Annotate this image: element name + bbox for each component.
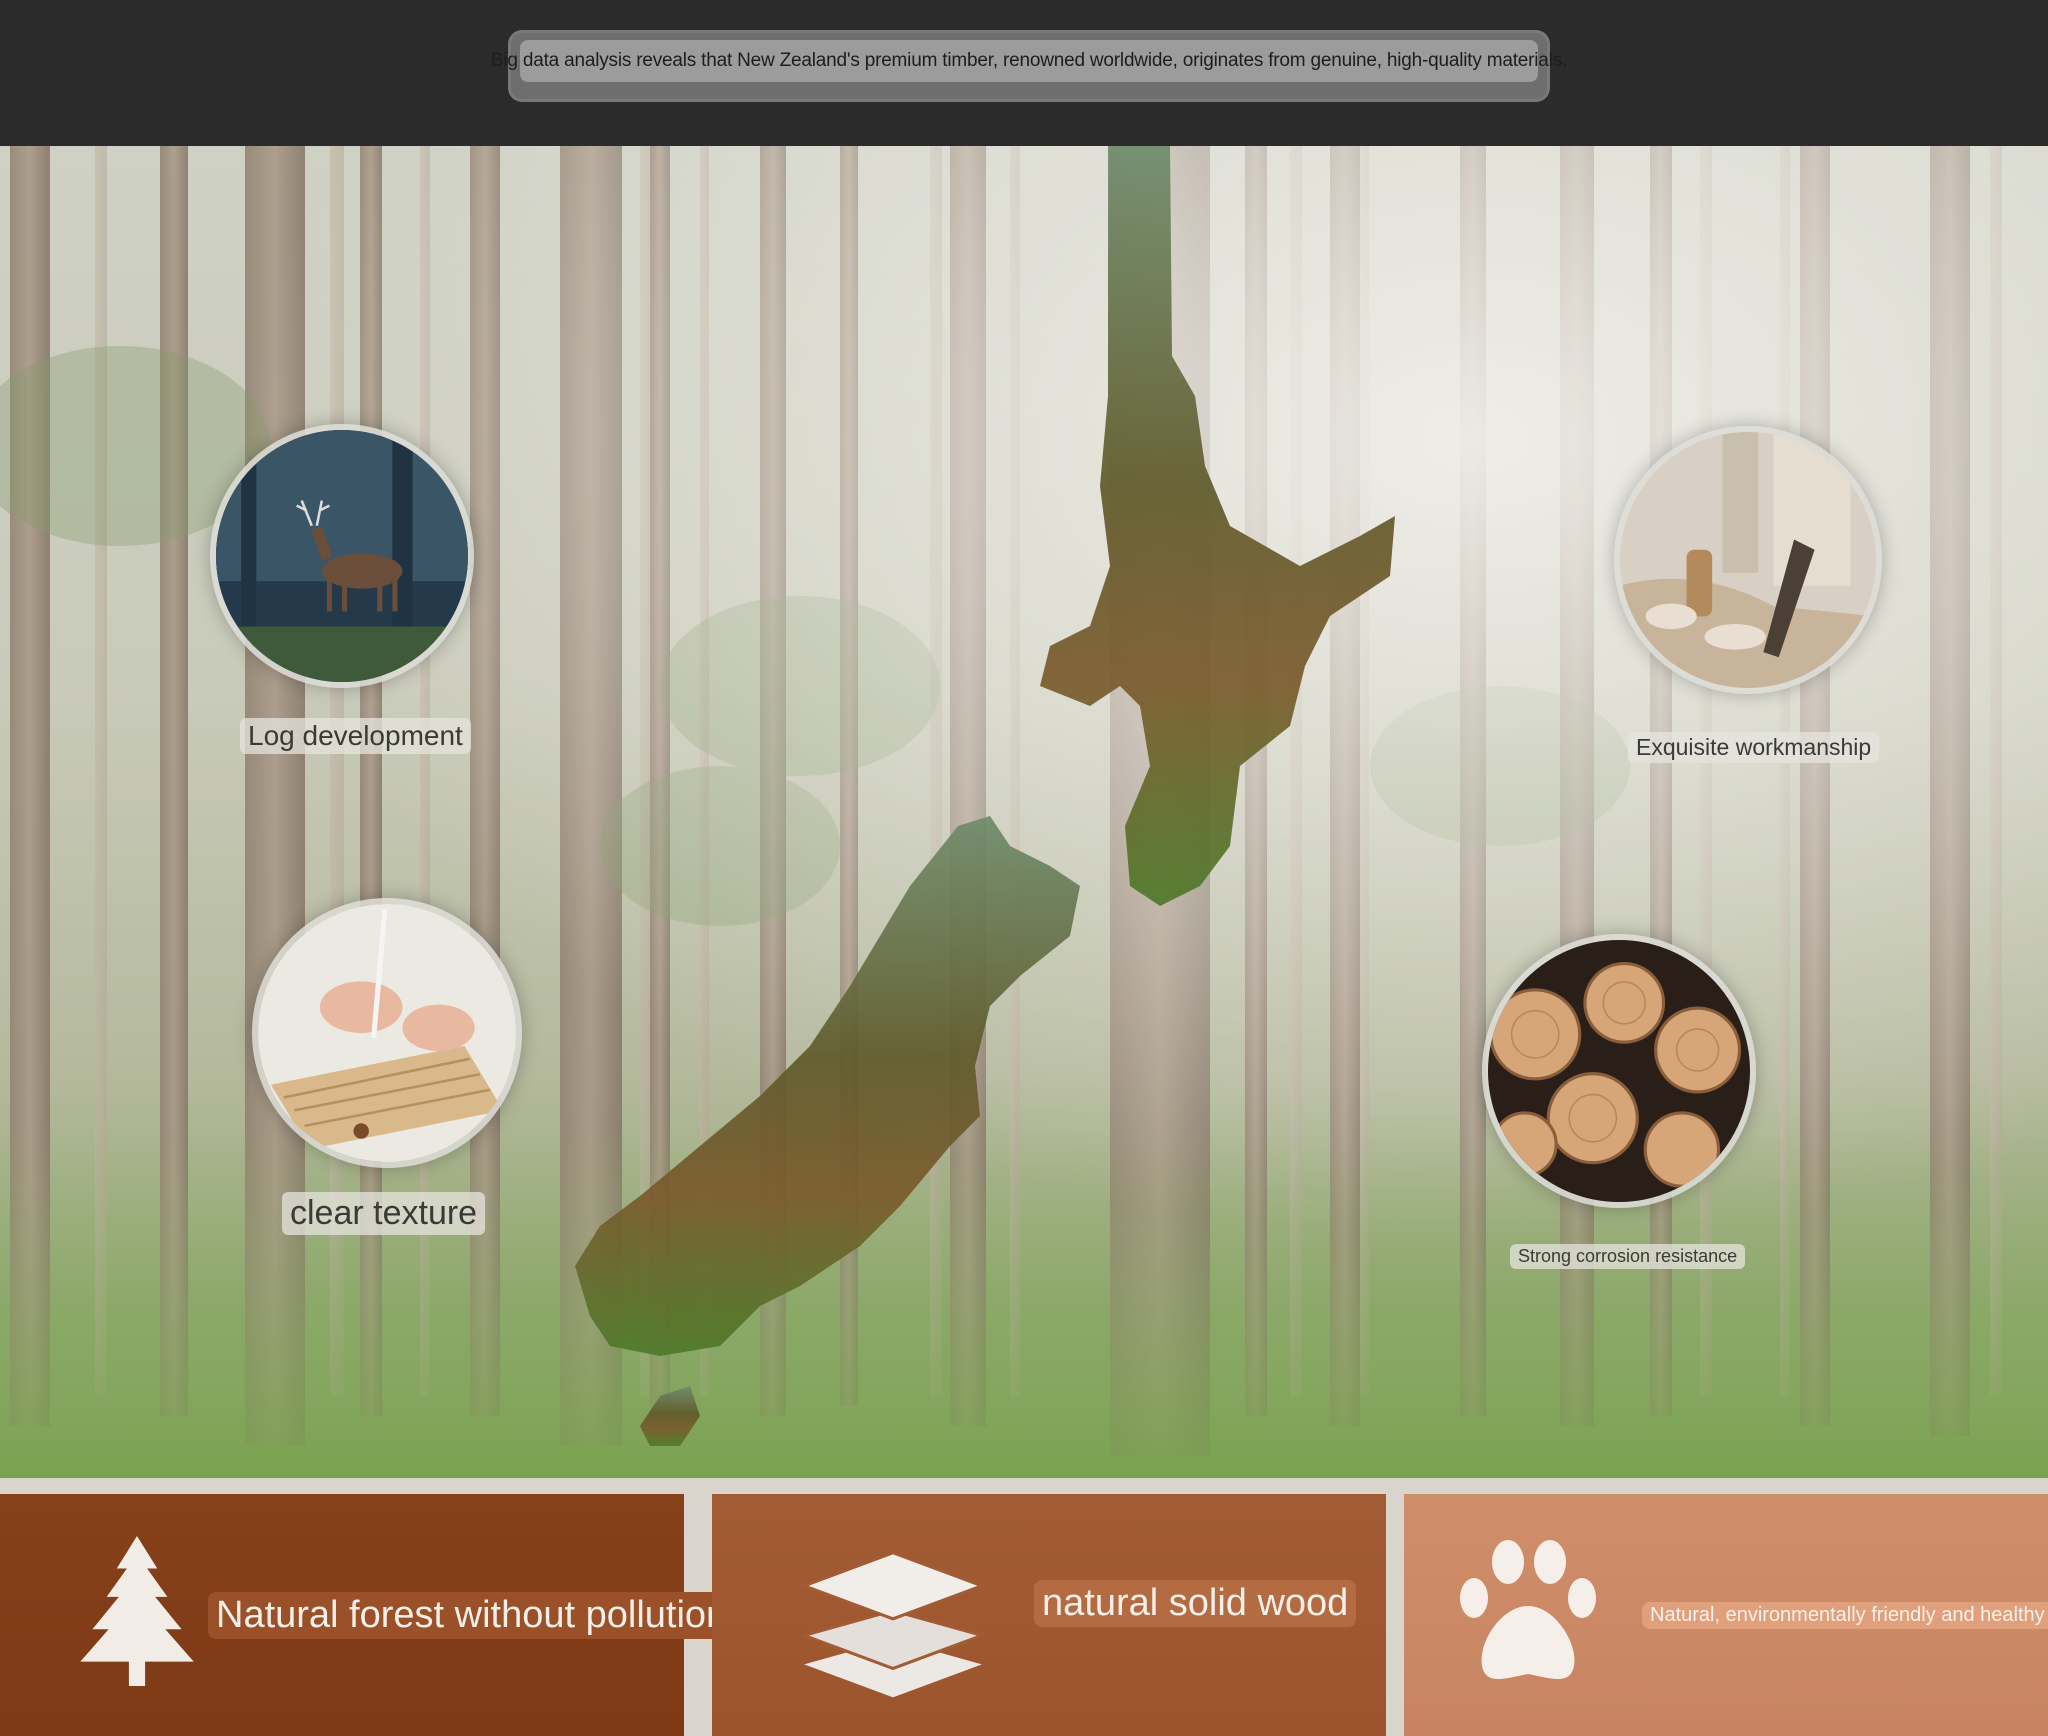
header-bar: Big data analysis reveals that New Zeala…: [0, 0, 2048, 146]
forest-illustration: [0, 146, 2048, 1478]
clear-texture-label: clear texture: [282, 1192, 486, 1235]
layers-icon: [800, 1551, 986, 1698]
exquisite-workmanship-image: [1614, 426, 1882, 694]
panel-label-natural-forest: Natural forest without pollution: [208, 1592, 736, 1639]
pine-tree-icon: [80, 1536, 194, 1686]
panel-label-natural-healthy: Natural, environmentally friendly and he…: [1642, 1602, 2048, 1629]
caption-box: Big data analysis reveals that New Zeala…: [491, 30, 1567, 102]
log-development-label: Log development: [240, 718, 471, 754]
clear-texture-image: [252, 898, 522, 1168]
panel-label-natural-solid-wood: natural solid wood: [1034, 1580, 1357, 1627]
panel-natural-healthy: Natural, environmentally friendly and he…: [1404, 1494, 2048, 1736]
strong-corrosion-resistance-image: [1482, 934, 1756, 1208]
forest-background: Log development clear texture Exquisite …: [0, 146, 2048, 1478]
paw-icon: [1460, 1540, 1596, 1679]
exquisite-workmanship-label: Exquisite workmanship: [1628, 732, 1880, 763]
caption-text: Big data analysis reveals that New Zeala…: [491, 40, 1567, 82]
panel-natural-solid-wood: natural solid wood: [712, 1494, 1386, 1736]
panel-natural-forest: Natural forest without pollution: [0, 1494, 736, 1736]
strong-corrosion-resistance-label: Strong corrosion resistance: [1510, 1244, 1746, 1269]
log-development-image: [210, 424, 474, 688]
